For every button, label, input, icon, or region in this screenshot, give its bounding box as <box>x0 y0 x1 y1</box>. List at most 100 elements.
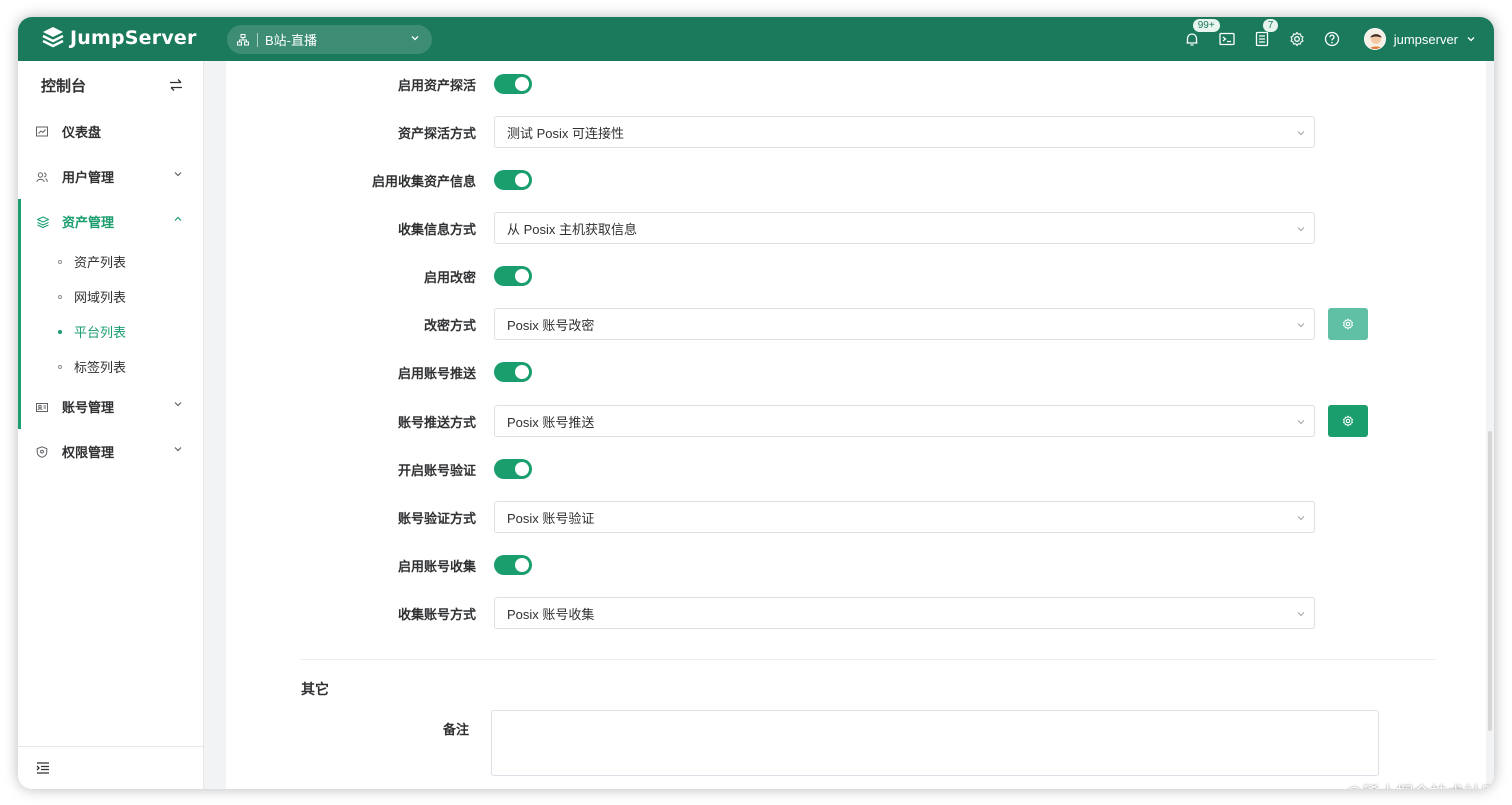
collapse-sidebar-icon[interactable] <box>36 762 50 774</box>
watermark: @稀土掘金技术社区 <box>1345 779 1494 789</box>
sidebar-item-dashboard[interactable]: 仪表盘 <box>18 109 203 154</box>
sidebar-item-users[interactable]: 用户管理 <box>18 154 203 199</box>
form-row-change-secret-method: 改密方式 Posix 账号改密 <box>226 308 1486 340</box>
ping-method-select[interactable]: 测试 Posix 可连接性 <box>494 116 1315 148</box>
verify-account-method-select[interactable]: Posix 账号验证 <box>494 501 1315 533</box>
form-row-verify-account-enabled: 开启账号验证 <box>226 453 1486 485</box>
gear-icon <box>1290 31 1304 47</box>
form-row-ping-method: 资产探活方式 测试 Posix 可连接性 <box>226 116 1486 148</box>
sidebar-item-label: 资产管理 <box>62 215 115 230</box>
form-label: 启用账号收集 <box>397 558 476 574</box>
change-secret-method-select[interactable]: Posix 账号改密 <box>494 308 1315 340</box>
form-label: 收集信息方式 <box>397 221 476 237</box>
push-account-enabled-switch[interactable] <box>494 362 532 382</box>
chevron-down-icon <box>1467 37 1475 42</box>
user-avatar-icon <box>1364 29 1385 49</box>
sidebar-item-label: 账号管理 <box>62 400 115 415</box>
notifications-button[interactable]: 99+ <box>1175 17 1220 61</box>
bullet <box>58 329 62 334</box>
org-separator <box>257 32 258 47</box>
top-navbar: JumpServer B站-直播 99+ 7 jumpserver <box>18 17 1494 61</box>
sidebar-subitem-label: 资产列表 <box>74 255 127 270</box>
gather-facts-method-select[interactable]: 从 Posix 主机获取信息 <box>494 212 1315 244</box>
settings-button[interactable] <box>1280 17 1315 61</box>
sidebar: 控制台 仪表盘 用户管理 资产管理 资产列表 网域列表 平台列表 标签列表 账号… <box>18 61 204 789</box>
gather-facts-enabled-switch[interactable] <box>494 170 532 190</box>
select-value: 从 Posix 主机获取信息 <box>507 221 638 237</box>
form-row-gather-facts-enabled: 启用收集资产信息 <box>226 164 1486 196</box>
sidebar-item-assets[interactable]: 资产管理 <box>18 199 203 244</box>
tickets-button[interactable]: 7 <box>1245 17 1280 61</box>
push-account-method-select[interactable]: Posix 账号推送 <box>494 405 1315 437</box>
change-secret-settings-button[interactable] <box>1328 308 1368 340</box>
form-row-verify-account-method: 账号验证方式 Posix 账号验证 <box>226 501 1486 533</box>
terminal-icon <box>1219 32 1235 46</box>
chevron-down-icon <box>1297 420 1305 425</box>
select-value: Posix 账号验证 <box>507 510 595 526</box>
gear-icon <box>1343 415 1353 427</box>
sidebar-subitem-label: 平台列表 <box>74 325 127 340</box>
org-tree-icon <box>237 33 249 45</box>
form-label: 启用改密 <box>423 269 476 285</box>
sidebar-subitem-label: 网域列表 <box>74 290 127 305</box>
form-label: 改密方式 <box>423 317 476 333</box>
organization-select[interactable]: B站-直播 <box>227 25 432 54</box>
section-divider <box>300 659 1436 660</box>
comment-textarea[interactable] <box>491 710 1379 776</box>
chevron-down-icon <box>1297 227 1305 232</box>
platform-form: 启用资产探活 资产探活方式 测试 Posix 可连接性 启用收集资产信息 收集信… <box>226 61 1486 789</box>
permissions-icon <box>36 445 52 458</box>
sidebar-subitem-domain-list[interactable]: 网域列表 <box>18 279 203 314</box>
sidebar-subitem-asset-list[interactable]: 资产列表 <box>18 244 203 279</box>
accounts-icon <box>36 401 52 413</box>
form-label: 收集账号方式 <box>397 606 476 622</box>
help-icon <box>1325 31 1340 47</box>
app-window: JumpServer B站-直播 99+ 7 jumpserver 控制台 仪表… <box>18 17 1494 789</box>
sidebar-item-permissions[interactable]: 权限管理 <box>18 429 203 474</box>
chevron-down-icon <box>411 36 419 41</box>
user-menu[interactable]: jumpserver <box>1363 28 1476 50</box>
push-account-settings-button[interactable] <box>1328 405 1368 437</box>
ticket-list-icon <box>1256 31 1269 47</box>
form-label: 启用账号推送 <box>397 365 476 381</box>
select-value: Posix 账号改密 <box>507 317 595 333</box>
sidebar-subitem-label: 标签列表 <box>74 360 127 375</box>
scrollbar[interactable] <box>1488 431 1492 731</box>
web-terminal-button[interactable] <box>1210 17 1245 61</box>
chevron-down-icon <box>1297 131 1305 136</box>
gather-accounts-enabled-switch[interactable] <box>494 555 532 575</box>
bell-icon <box>1186 33 1198 46</box>
gather-accounts-method-select[interactable]: Posix 账号收集 <box>494 597 1315 629</box>
form-row-gather-accounts-method: 收集账号方式 Posix 账号收集 <box>226 597 1486 629</box>
select-value: Posix 账号收集 <box>507 606 595 622</box>
chevron-down-icon <box>1297 516 1305 521</box>
avatar <box>1363 28 1386 50</box>
chevron-down-icon <box>1297 612 1305 617</box>
ping-enabled-switch[interactable] <box>494 74 532 94</box>
org-name: B站-直播 <box>265 33 318 48</box>
switch-view-icon[interactable] <box>169 78 183 92</box>
help-button[interactable] <box>1315 17 1350 61</box>
sidebar-group-assets: 资产管理 资产列表 网域列表 平台列表 标签列表 <box>18 199 203 429</box>
form-label: 备注 <box>442 722 469 737</box>
app-logo[interactable]: JumpServer <box>40 25 197 51</box>
form-label: 启用收集资产信息 <box>371 173 476 189</box>
form-row-push-account-method: 账号推送方式 Posix 账号推送 <box>226 405 1486 437</box>
bullet <box>58 364 62 369</box>
bullet <box>58 294 62 299</box>
sidebar-subitem-platform-list[interactable]: 平台列表 <box>18 314 203 349</box>
chevron-down-icon <box>174 402 182 407</box>
app-name: JumpServer <box>70 27 197 49</box>
select-value: 测试 Posix 可连接性 <box>507 125 625 141</box>
verify-account-enabled-switch[interactable] <box>494 459 532 479</box>
sidebar-title: 控制台 <box>41 77 87 95</box>
change-secret-enabled-switch[interactable] <box>494 266 532 286</box>
form-row-ping-enabled: 启用资产探活 <box>226 68 1486 100</box>
dashboard-icon <box>36 126 52 138</box>
gear-icon <box>1343 318 1353 330</box>
chevron-down-icon <box>174 447 182 452</box>
jumpserver-logo-icon <box>42 27 64 48</box>
sidebar-item-label: 权限管理 <box>62 445 115 460</box>
sidebar-subitem-label-list[interactable]: 标签列表 <box>18 349 203 384</box>
sidebar-item-accounts[interactable]: 账号管理 <box>18 384 203 429</box>
